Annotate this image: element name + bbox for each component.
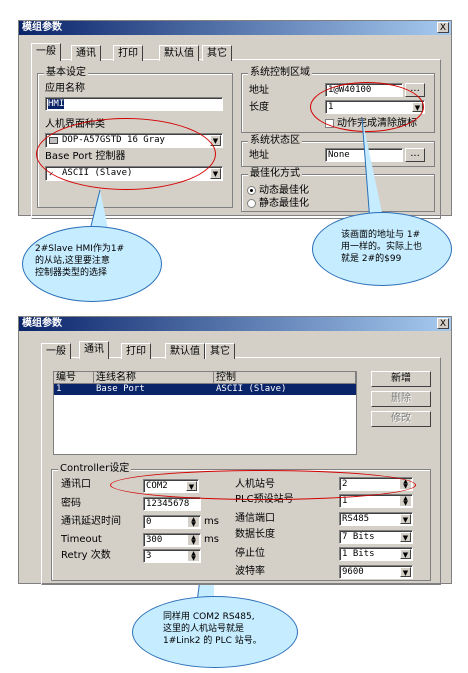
tab-communication[interactable]: 通讯 bbox=[79, 341, 109, 359]
row-control: ASCII (Slave) bbox=[216, 384, 287, 394]
port-type-value: RS485 bbox=[342, 514, 370, 524]
timeout-label: Timeout bbox=[61, 534, 102, 545]
callout-address-same: 该画面的地址与 1# 用一样的。实际上也 就是 2#的$99 bbox=[312, 212, 452, 286]
spin-arrows-icon[interactable]: ▲ ▼ bbox=[188, 551, 199, 562]
stop-bits-label: 停止位 bbox=[235, 548, 265, 559]
chevron-down-icon[interactable]: ▼ bbox=[400, 549, 411, 559]
tab-general[interactable]: 一般 bbox=[41, 343, 71, 359]
retry-count-label: Retry 次数 bbox=[61, 550, 111, 561]
row-connection-name: Base Port bbox=[96, 384, 145, 394]
ms-unit-label: ms bbox=[204, 534, 219, 545]
module-params-window-communication: 模组参数 X 一般 通讯 打印 默认值 其它 编号 连线名称 控制 1 Base… bbox=[18, 316, 452, 585]
close-button[interactable]: X bbox=[437, 318, 449, 329]
delete-button[interactable]: 删除 bbox=[371, 391, 431, 407]
callout-text: 该画面的地址与 1# 用一样的。实际上也 就是 2#的$99 bbox=[341, 230, 423, 264]
spin-arrows-icon[interactable]: ▲ ▼ bbox=[188, 535, 199, 546]
baud-rate-label: 波特率 bbox=[235, 566, 265, 577]
data-length-select[interactable]: 7 Bits ▼ bbox=[339, 530, 413, 544]
table-row[interactable]: 1 Base Port ASCII (Slave) bbox=[54, 384, 356, 395]
tab-other[interactable]: 其它 bbox=[205, 343, 235, 359]
comm-port-label: 通讯口 bbox=[61, 479, 91, 490]
modify-button[interactable]: 修改 bbox=[371, 411, 431, 427]
timeout-value: 300 bbox=[146, 535, 163, 545]
column-header-connection-name[interactable]: 连线名称 bbox=[94, 372, 214, 384]
baud-rate-value: 9600 bbox=[342, 567, 364, 577]
comm-delay-label: 通讯延迟时间 bbox=[61, 516, 121, 527]
callout-com2-rs485: 同样用 COM2 RS485, 这里的人机站号就是 1#Link2 的 PLC … bbox=[132, 596, 298, 668]
ms-unit-label: ms bbox=[204, 516, 219, 527]
comm-delay-stepper[interactable]: 0 ▲ ▼ bbox=[143, 515, 201, 529]
spin-arrows-icon[interactable]: ▲ ▼ bbox=[188, 517, 199, 528]
timeout-stepper[interactable]: 300 ▲ ▼ bbox=[143, 533, 201, 547]
retry-count-value: 3 bbox=[146, 551, 152, 561]
row-number: 1 bbox=[56, 384, 62, 394]
callout-slave-controller: 2#Slave HMI作为1# 的从站,这里要注意 控制器类型的选择 bbox=[22, 226, 162, 302]
comm-delay-value: 0 bbox=[146, 517, 152, 527]
data-length-value: 7 Bits bbox=[342, 532, 375, 542]
highlight-ellipse-comm-port bbox=[110, 470, 416, 500]
port-type-label: 通信端口 bbox=[235, 513, 275, 524]
column-header-control[interactable]: 控制 bbox=[214, 372, 356, 384]
connection-list[interactable]: 编号 连线名称 控制 1 Base Port ASCII (Slave) bbox=[53, 371, 357, 455]
window-title-bar: 模组参数 bbox=[19, 317, 451, 331]
chevron-down-icon[interactable]: ▼ bbox=[400, 532, 411, 542]
chevron-down-icon[interactable]: ▼ bbox=[400, 514, 411, 524]
spin-arrows-icon[interactable]: ▲ ▼ bbox=[400, 496, 411, 507]
port-type-select[interactable]: RS485 ▼ bbox=[339, 512, 413, 526]
stop-bits-select[interactable]: 1 Bits ▼ bbox=[339, 547, 413, 561]
stop-bits-value: 1 Bits bbox=[342, 549, 375, 559]
password-input[interactable]: 12345678 bbox=[143, 497, 201, 511]
add-button[interactable]: 新增 bbox=[371, 371, 431, 387]
callout-text: 同样用 COM2 RS485, 这里的人机站号就是 1#Link2 的 PLC … bbox=[163, 612, 262, 646]
tab-defaults[interactable]: 默认值 bbox=[165, 343, 205, 359]
retry-count-stepper[interactable]: 3 ▲ ▼ bbox=[143, 549, 201, 563]
window-title: 模组参数 bbox=[22, 318, 62, 329]
column-header-number[interactable]: 编号 bbox=[54, 372, 94, 384]
chevron-down-icon[interactable]: ▼ bbox=[400, 567, 411, 577]
group-title: Controller设定 bbox=[58, 463, 132, 475]
tab-print[interactable]: 打印 bbox=[121, 343, 151, 359]
password-label: 密码 bbox=[61, 498, 81, 509]
callout-text: 2#Slave HMI作为1# 的从站,这里要注意 控制器类型的选择 bbox=[35, 244, 125, 278]
baud-rate-select[interactable]: 9600 ▼ bbox=[339, 565, 413, 579]
data-length-label: 数据长度 bbox=[235, 529, 275, 540]
